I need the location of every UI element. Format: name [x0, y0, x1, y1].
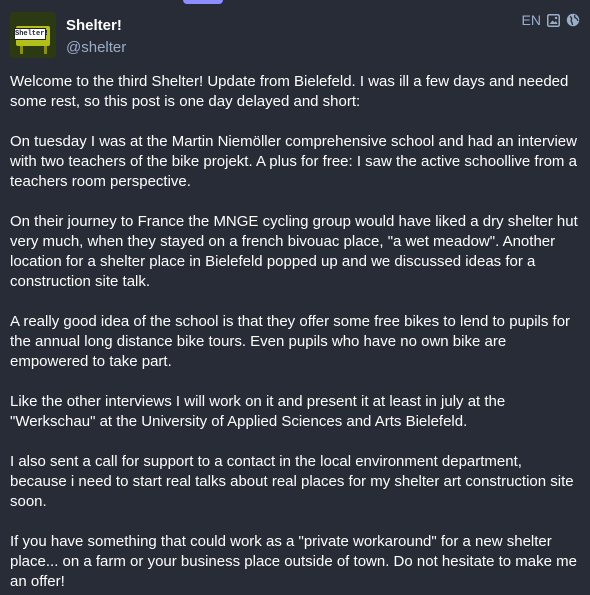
avatar[interactable]: Shelter! [10, 12, 56, 58]
status-header: Shelter! Shelter! @shelter EN [10, 12, 580, 60]
paragraph: A really good idea of the school is that… [10, 313, 571, 370]
paragraph: On their journey to France the MNGE cycl… [10, 213, 578, 290]
paragraph: If you have something that could work as… [10, 533, 577, 590]
display-name[interactable]: Shelter! [66, 17, 122, 34]
paragraph: Like the other interviews I will work on… [10, 393, 506, 430]
language-badge: EN [521, 12, 541, 28]
status-content: Welcome to the third Shelter! Update fro… [10, 72, 580, 592]
paragraph: On tuesday I was at the Martin Niemöller… [10, 133, 577, 190]
avatar-label: Shelter! [14, 28, 49, 40]
paragraph: I also sent a call for support to a cont… [10, 453, 574, 510]
paragraph: Welcome to the third Shelter! Update fro… [10, 73, 569, 110]
globe-icon[interactable] [566, 13, 580, 27]
image-icon [547, 13, 560, 27]
username[interactable]: @shelter [66, 39, 126, 56]
status-meta: EN [522, 12, 580, 28]
status-post: Shelter! Shelter! @shelter EN Welcome to… [0, 0, 590, 595]
